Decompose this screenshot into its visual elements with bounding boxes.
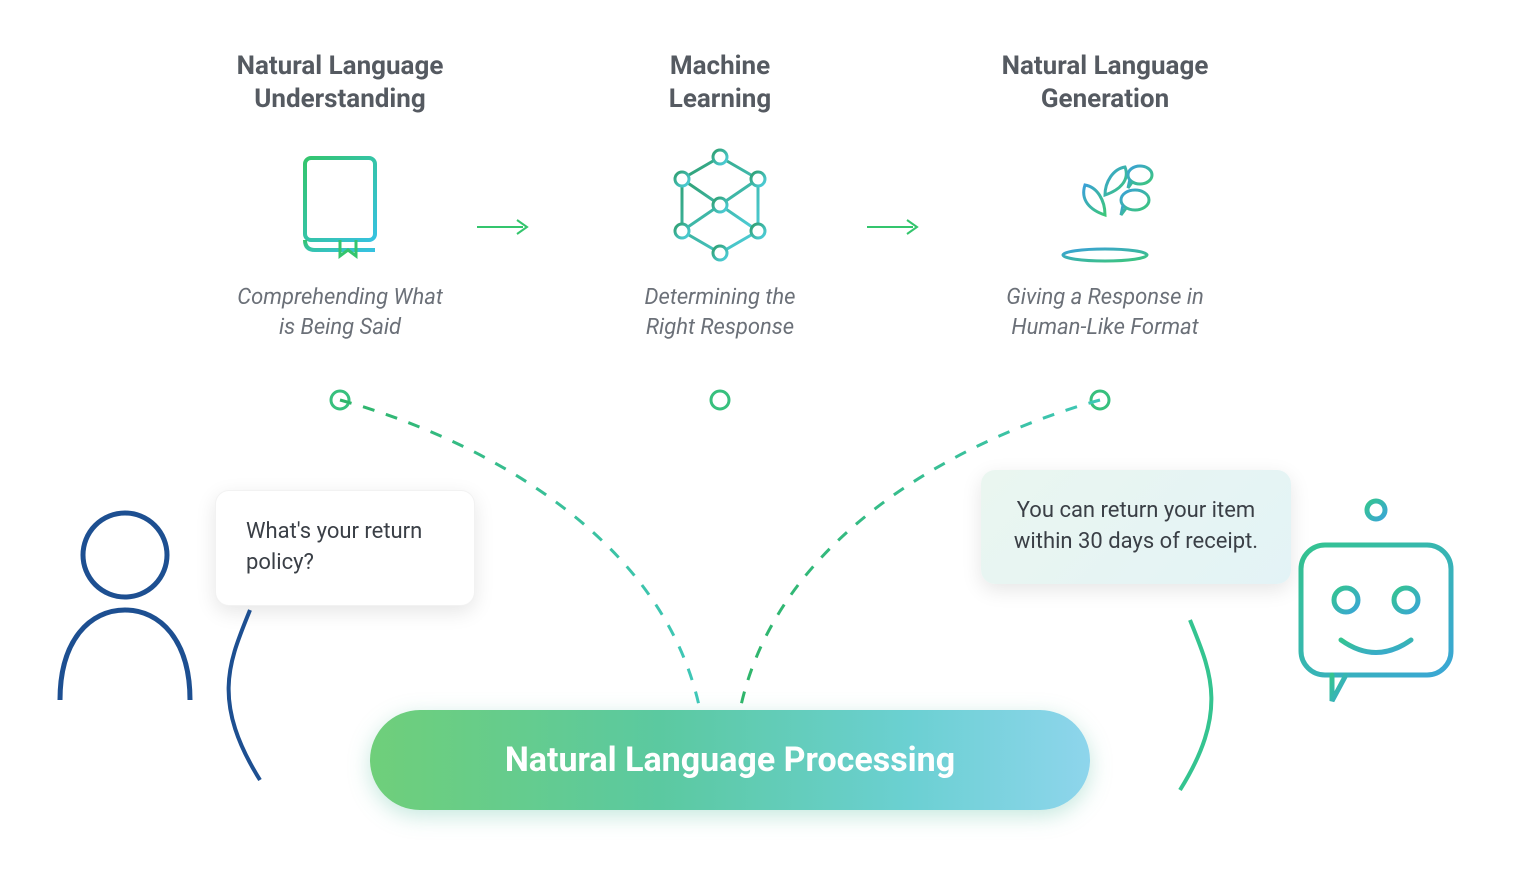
column-title: Machine Learning (570, 50, 870, 115)
desc-line: Right Response (646, 315, 794, 340)
user-message-text: What's your return policy? (246, 519, 422, 575)
title-line: Learning (669, 84, 771, 114)
bot-message-text: You can return your item within 30 days … (1014, 498, 1258, 554)
desc-line: Comprehending What (237, 285, 443, 310)
arrow-right-icon (475, 210, 535, 245)
desc-line: Determining the (645, 285, 796, 310)
desc-line: Human-Like Format (1011, 315, 1198, 340)
user-speech-bubble: What's your return policy? (215, 490, 475, 606)
arrow-right-icon (865, 210, 925, 245)
column-title: Natural Language Understanding (190, 50, 490, 115)
title-line: Generation (1041, 84, 1169, 114)
column-desc: Comprehending What is Being Said (190, 283, 490, 342)
title-line: Natural Language (1002, 51, 1209, 81)
column-desc: Giving a Response in Human-Like Format (955, 283, 1255, 342)
column-title: Natural Language Generation (955, 50, 1255, 115)
column-desc: Determining the Right Response (570, 283, 870, 342)
title-line: Machine (670, 51, 770, 81)
column-nlg: Natural Language Generation (955, 50, 1255, 342)
column-nlu: Natural Language Understanding Comprehen… (190, 50, 490, 342)
column-ml: Machine Learning (570, 50, 870, 342)
network-icon (570, 145, 870, 265)
nlp-label: Natural Language Processing (505, 740, 955, 780)
nlp-pill: Natural Language Processing (370, 710, 1090, 810)
bot-icon (1276, 490, 1476, 734)
desc-line: Giving a Response in (1006, 285, 1204, 310)
plant-speech-icon (955, 145, 1255, 265)
bot-speech-bubble: You can return your item within 30 days … (981, 470, 1291, 584)
title-line: Understanding (254, 84, 426, 114)
user-icon (40, 490, 210, 714)
desc-line: is Being Said (279, 315, 401, 340)
title-line: Natural Language (237, 51, 444, 81)
book-icon (190, 145, 490, 265)
diagram-stage: Natural Language Understanding Comprehen… (0, 0, 1516, 892)
